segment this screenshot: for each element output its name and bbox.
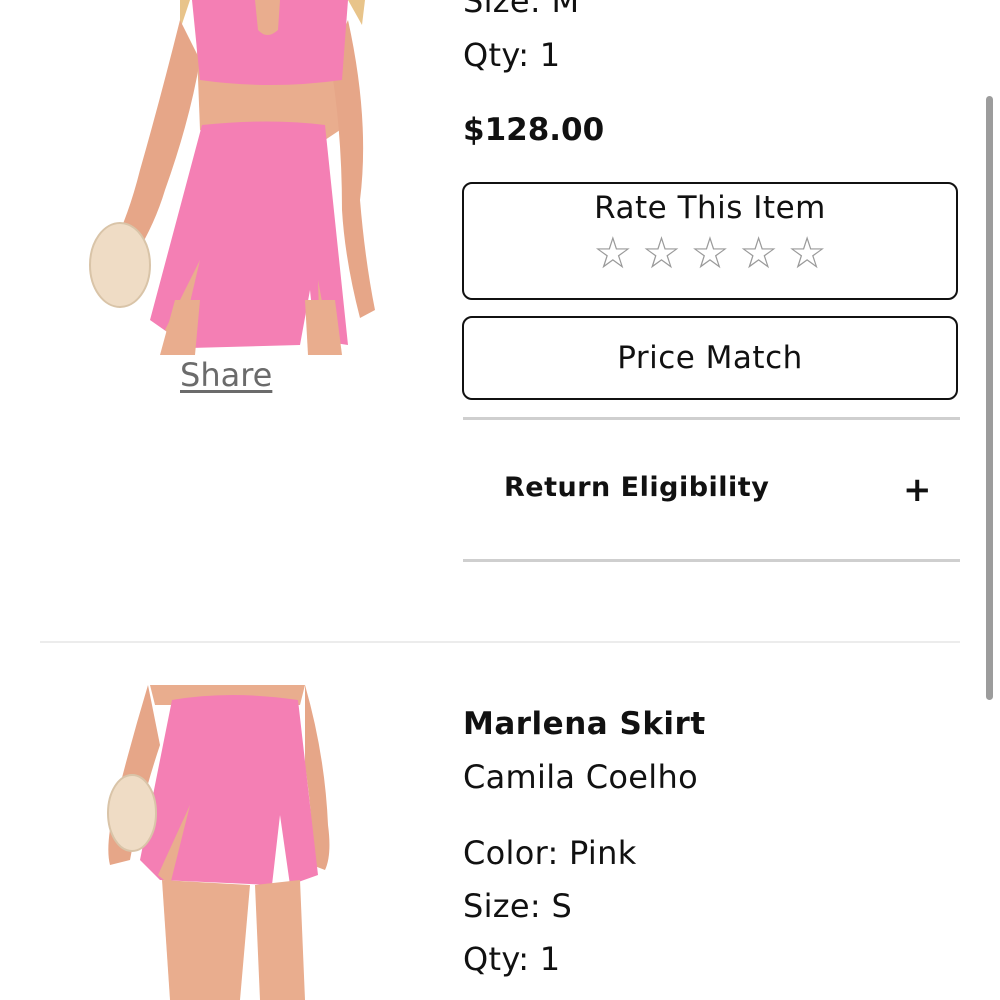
star-2-icon[interactable]: ☆: [642, 228, 681, 279]
rate-item-label: Rate This Item: [594, 190, 826, 226]
star-1-icon[interactable]: ☆: [593, 228, 632, 279]
product-image-item2[interactable]: [100, 685, 340, 1000]
price-match-label: Price Match: [617, 340, 803, 376]
item1-qty: Qty: 1: [463, 36, 561, 74]
price-match-button[interactable]: Price Match: [462, 316, 958, 400]
item2-qty: Qty: 1: [463, 940, 561, 978]
star-5-icon[interactable]: ☆: [787, 228, 826, 279]
plus-icon[interactable]: +: [903, 470, 932, 510]
star-4-icon[interactable]: ☆: [739, 228, 778, 279]
star-3-icon[interactable]: ☆: [690, 228, 729, 279]
product-image-item1[interactable]: [80, 0, 380, 355]
share-link[interactable]: Share: [180, 356, 272, 394]
item2-color: Color: Pink: [463, 834, 637, 872]
return-eligibility-accordion[interactable]: Return Eligibility +: [463, 420, 960, 560]
item2-brand: Camila Coelho: [463, 758, 698, 796]
rate-item-box: Rate This Item ☆ ☆ ☆ ☆ ☆: [462, 182, 958, 300]
item-separator: [40, 641, 960, 643]
divider: [463, 559, 960, 562]
scrollbar[interactable]: [986, 96, 993, 700]
item2-size: Size: S: [463, 887, 573, 925]
return-eligibility-title: Return Eligibility: [504, 472, 770, 503]
star-rating[interactable]: ☆ ☆ ☆ ☆ ☆: [464, 232, 956, 276]
item2-name[interactable]: Marlena Skirt: [463, 706, 706, 742]
item1-size: Size: M: [463, 0, 580, 20]
item1-price: $128.00: [463, 112, 605, 148]
